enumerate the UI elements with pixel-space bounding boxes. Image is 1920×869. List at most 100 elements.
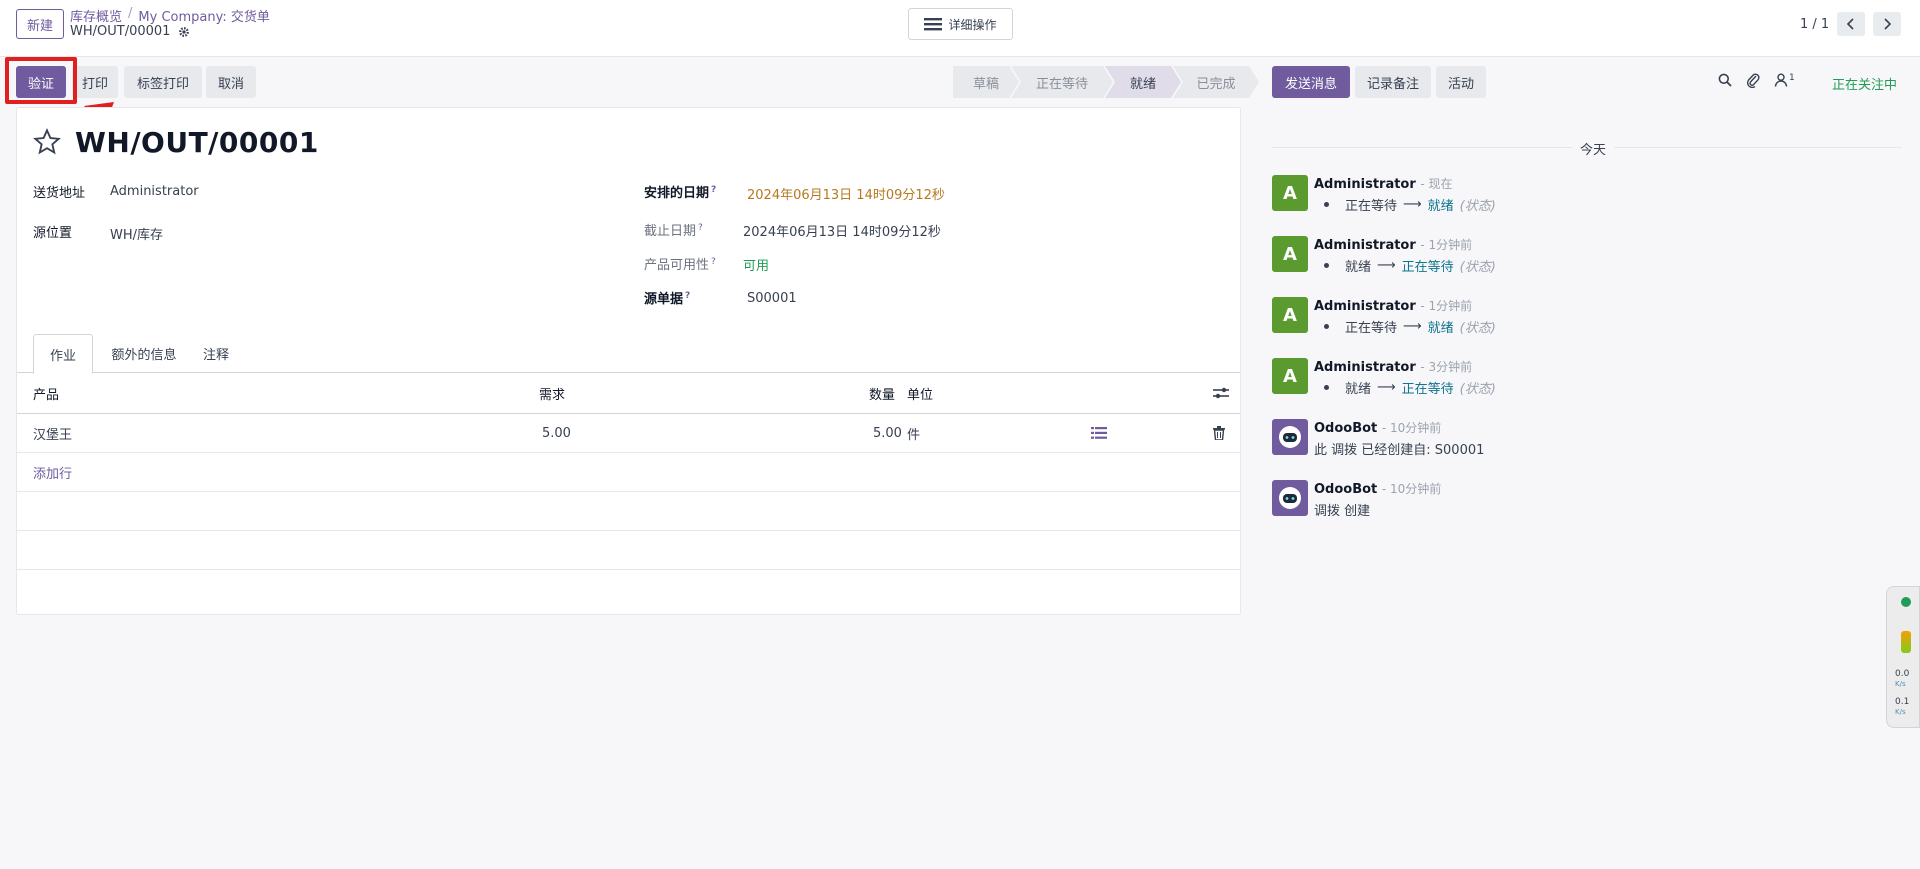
new-value: 正在等待 bbox=[1401, 382, 1454, 397]
sliders-icon bbox=[1213, 387, 1229, 399]
old-value: 就绪 bbox=[1345, 260, 1372, 275]
tab-operations[interactable]: 作业 bbox=[33, 334, 93, 374]
robot-icon bbox=[1279, 426, 1301, 448]
odoobot-avatar[interactable] bbox=[1272, 419, 1308, 455]
bullet bbox=[1324, 202, 1329, 207]
row-uom: 件 bbox=[907, 427, 921, 443]
avatar[interactable]: A bbox=[1272, 358, 1308, 394]
download-speed: 0.0 bbox=[1895, 669, 1910, 679]
status-dot-green bbox=[1901, 597, 1911, 607]
row-quantity[interactable]: 5.00 bbox=[873, 414, 902, 452]
new-value: 就绪 bbox=[1427, 199, 1454, 214]
old-value: 正在等待 bbox=[1345, 321, 1398, 336]
message-author[interactable]: OdooBot bbox=[1314, 482, 1377, 497]
follower-count: 1 bbox=[1789, 73, 1795, 83]
tab-additional-info[interactable]: 额外的信息 bbox=[101, 334, 187, 373]
followers-button[interactable]: 1 bbox=[1774, 73, 1795, 87]
field-label-source-document: 源单据? bbox=[644, 290, 691, 307]
stage-draft[interactable]: 草稿 bbox=[953, 66, 1019, 98]
user-icon bbox=[1774, 73, 1788, 87]
column-header-demand[interactable]: 需求 bbox=[539, 373, 565, 413]
message-author[interactable]: Administrator bbox=[1314, 177, 1416, 192]
field-scheduled-date[interactable]: 2024年06月13日 14时09分12秒 bbox=[747, 184, 945, 203]
add-line-row: 添加行 bbox=[17, 453, 1240, 492]
field-tag: (状态) bbox=[1459, 199, 1496, 214]
field-tag: (状态) bbox=[1459, 382, 1496, 397]
field-label-product-availability: 产品可用性? bbox=[644, 256, 716, 273]
table-header: 产品 需求 数量 单位 bbox=[17, 373, 1240, 414]
message-author[interactable]: Administrator bbox=[1314, 238, 1416, 253]
help-icon[interactable]: ? bbox=[711, 257, 716, 267]
bullet bbox=[1324, 324, 1329, 329]
avatar[interactable]: A bbox=[1272, 297, 1308, 333]
new-value: 就绪 bbox=[1427, 321, 1454, 336]
avatar[interactable]: A bbox=[1272, 236, 1308, 272]
row-demand: 5.00 bbox=[542, 425, 571, 441]
traffic-indicator bbox=[1901, 631, 1911, 653]
message-time: - 1分钟前 bbox=[1420, 299, 1473, 313]
field-tag: (状态) bbox=[1459, 321, 1496, 336]
odoobot-avatar[interactable] bbox=[1272, 480, 1308, 516]
robot-icon bbox=[1279, 487, 1301, 509]
trash-icon[interactable] bbox=[1213, 414, 1225, 452]
field-source-location[interactable]: WH/库存 bbox=[110, 224, 163, 243]
row-product[interactable]: 汉堡王 bbox=[33, 414, 72, 452]
stage-ready[interactable]: 就绪 bbox=[1105, 66, 1181, 98]
help-icon[interactable]: ? bbox=[711, 185, 716, 195]
following-status[interactable]: 正在关注中 bbox=[1832, 74, 1897, 93]
message-author[interactable]: OdooBot bbox=[1314, 421, 1377, 436]
table-row-empty bbox=[17, 531, 1240, 570]
stage-waiting[interactable]: 正在等待 bbox=[1011, 66, 1113, 98]
paperclip-icon[interactable] bbox=[1746, 72, 1760, 88]
message-text: 调拨 创建 bbox=[1314, 504, 1371, 519]
form-sheet: WH/OUT/00001 送货地址 Administrator 源位置 WH/库… bbox=[16, 107, 1241, 615]
log-note-button[interactable]: 记录备注 bbox=[1355, 66, 1431, 98]
message-time: - 现在 bbox=[1420, 177, 1453, 191]
field-deadline[interactable]: 2024年06月13日 14时09分12秒 bbox=[743, 221, 941, 240]
stage-done[interactable]: 已完成 bbox=[1173, 66, 1259, 98]
details-list-icon[interactable] bbox=[1091, 414, 1107, 452]
help-icon[interactable]: ? bbox=[685, 291, 690, 301]
column-header-product[interactable]: 产品 bbox=[33, 373, 59, 413]
message-author[interactable]: Administrator bbox=[1314, 360, 1416, 375]
chatter-icons: 1 bbox=[1718, 72, 1795, 88]
field-tag: (状态) bbox=[1459, 260, 1496, 275]
field-label-deadline: 截止日期? bbox=[644, 222, 703, 239]
record-title: WH/OUT/00001 bbox=[75, 126, 319, 159]
avatar[interactable]: A bbox=[1272, 175, 1308, 211]
status-stages: 草稿 正在等待 就绪 已完成 bbox=[953, 66, 1259, 98]
message-time: - 10分钟前 bbox=[1381, 421, 1442, 435]
search-icon[interactable] bbox=[1718, 73, 1732, 87]
old-value: 就绪 bbox=[1345, 382, 1372, 397]
star-icon[interactable] bbox=[33, 128, 61, 156]
field-source-document[interactable]: S00001 bbox=[747, 291, 797, 306]
arrow: ⟶ bbox=[1377, 380, 1396, 395]
field-delivery-address[interactable]: Administrator bbox=[110, 184, 199, 199]
column-header-quantity[interactable]: 数量 bbox=[869, 373, 895, 413]
help-icon[interactable]: ? bbox=[698, 223, 703, 233]
tab-note[interactable]: 注释 bbox=[193, 334, 239, 373]
notebook-tabs: 作业 额外的信息 注释 bbox=[17, 334, 1240, 374]
optional-columns-toggle[interactable] bbox=[1213, 373, 1229, 413]
field-product-availability: 可用 bbox=[743, 259, 770, 274]
message-time: - 3分钟前 bbox=[1420, 360, 1473, 374]
activity-button[interactable]: 活动 bbox=[1436, 66, 1486, 98]
table-row-empty bbox=[17, 492, 1240, 531]
download-unit: K/s bbox=[1895, 680, 1906, 688]
bullet bbox=[1324, 263, 1329, 268]
add-line-link[interactable]: 添加行 bbox=[33, 453, 72, 491]
new-value: 正在等待 bbox=[1401, 260, 1454, 275]
upload-unit: K/s bbox=[1895, 708, 1906, 716]
field-label-delivery-address: 送货地址 bbox=[33, 186, 86, 201]
send-message-button[interactable]: 发送消息 bbox=[1272, 66, 1350, 98]
field-label-source-location: 源位置 bbox=[33, 226, 73, 241]
arrow: ⟶ bbox=[1377, 258, 1396, 273]
column-header-uom[interactable]: 单位 bbox=[907, 373, 933, 413]
network-speed-widget[interactable]: 0.0 K/s 0.1 K/s bbox=[1886, 586, 1920, 728]
field-label-scheduled-date: 安排的日期? bbox=[644, 184, 717, 201]
message-author[interactable]: Administrator bbox=[1314, 299, 1416, 314]
arrow: ⟶ bbox=[1403, 197, 1422, 212]
table-row[interactable]: 汉堡王 5.00 5.00 件 bbox=[17, 414, 1240, 453]
upload-speed: 0.1 bbox=[1895, 697, 1910, 707]
arrow: ⟶ bbox=[1403, 319, 1422, 334]
